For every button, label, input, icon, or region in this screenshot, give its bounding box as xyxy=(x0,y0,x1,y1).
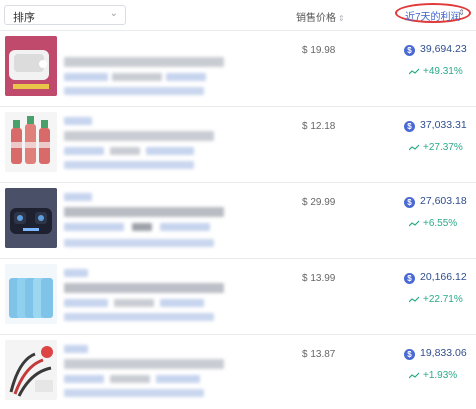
growth-cell: +1.93% xyxy=(408,370,458,381)
dollar-coin-icon: $ xyxy=(404,197,415,208)
growth-value: +6.55% xyxy=(423,218,458,229)
sanitizer-product-image xyxy=(5,112,57,172)
table-row[interactable]: $ 13.87 $19,833.06 +1.93% xyxy=(0,334,476,409)
table-row[interactable]: $ 19.98 $39,694.23 +49.31% xyxy=(0,30,476,105)
table-header: 排序 ⌄ 销售价格 ⇕ 近7天的利润 ⇕ xyxy=(0,0,476,28)
profit-value: 39,694.23 xyxy=(420,43,467,55)
table-row[interactable]: $ 29.99 $27,603.18 +6.55% xyxy=(0,182,476,257)
trend-up-icon xyxy=(408,372,420,379)
growth-cell: +27.37% xyxy=(408,142,463,153)
price-cell: $ 19.98 xyxy=(302,45,336,56)
growth-value: +27.37% xyxy=(423,142,463,153)
growth-value: +49.31% xyxy=(423,66,463,77)
price-column-label: 销售价格 xyxy=(296,13,336,24)
product-thumbnail[interactable] xyxy=(5,188,57,248)
profit-cell: $39,694.23 xyxy=(404,43,467,56)
growth-cell: +49.31% xyxy=(408,66,463,77)
cooling-towels-product-image xyxy=(5,264,57,324)
profit-value: 20,166.12 xyxy=(420,271,467,283)
dollar-coin-icon: $ xyxy=(404,45,415,56)
profit-value: 19,833.06 xyxy=(420,347,467,359)
growth-cell: +6.55% xyxy=(408,218,458,229)
growth-value: +1.93% xyxy=(423,370,458,381)
profit-cell: $37,033.31 xyxy=(404,119,467,132)
earbuds-product-image xyxy=(5,36,57,96)
table-row[interactable]: $ 13.99 $20,166.12 +22.71% xyxy=(0,258,476,333)
product-thumbnail[interactable] xyxy=(5,264,57,324)
profit-cell: $27,603.18 xyxy=(404,195,467,208)
product-thumbnail[interactable] xyxy=(5,36,57,96)
chevron-down-icon: ⌄ xyxy=(109,8,118,19)
trend-up-icon xyxy=(408,144,420,151)
dollar-coin-icon: $ xyxy=(404,273,415,284)
trend-up-icon xyxy=(408,296,420,303)
dollar-coin-icon: $ xyxy=(404,121,415,132)
price-cell: $ 13.99 xyxy=(302,273,336,284)
trend-up-icon xyxy=(408,68,420,75)
sort-arrows-icon: ⇕ xyxy=(338,14,345,23)
product-thumbnail[interactable] xyxy=(5,340,57,400)
sort-dropdown-label: 排序 xyxy=(13,12,35,24)
product-list-page: 排序 ⌄ 销售价格⇕ 近7天的利润 ⇕ $ 19.98 $39,694.23 xyxy=(0,0,476,403)
price-column-header[interactable]: 销售价格 ⇕ xyxy=(296,9,345,24)
growth-value: +22.71% xyxy=(423,294,463,305)
profit-cell: $20,166.12 xyxy=(404,271,467,284)
growth-cell: +22.71% xyxy=(408,294,463,305)
price-cell: $ 12.18 xyxy=(302,121,336,132)
profit-value: 37,033.31 xyxy=(420,119,467,131)
charging-cable-product-image xyxy=(5,340,57,400)
sort-dropdown[interactable]: 排序 ⌄ xyxy=(4,5,126,25)
dollar-coin-icon: $ xyxy=(404,349,415,360)
earbuds-case-product-image xyxy=(5,188,57,248)
price-cell: $ 29.99 xyxy=(302,197,336,208)
sort-arrows-icon: ⇕ xyxy=(458,8,465,17)
profit-cell: $19,833.06 xyxy=(404,347,467,360)
trend-up-icon xyxy=(408,220,420,227)
profit-column-header[interactable]: 近7天的利润 ⇕ xyxy=(395,3,471,23)
profit-value: 27,603.18 xyxy=(420,195,467,207)
product-thumbnail[interactable] xyxy=(5,112,57,172)
price-cell: $ 13.87 xyxy=(302,349,336,360)
profit-column-label: 近7天的利润 xyxy=(405,12,461,23)
table-row[interactable]: $ 12.18 $37,033.31 +27.37% xyxy=(0,106,476,181)
